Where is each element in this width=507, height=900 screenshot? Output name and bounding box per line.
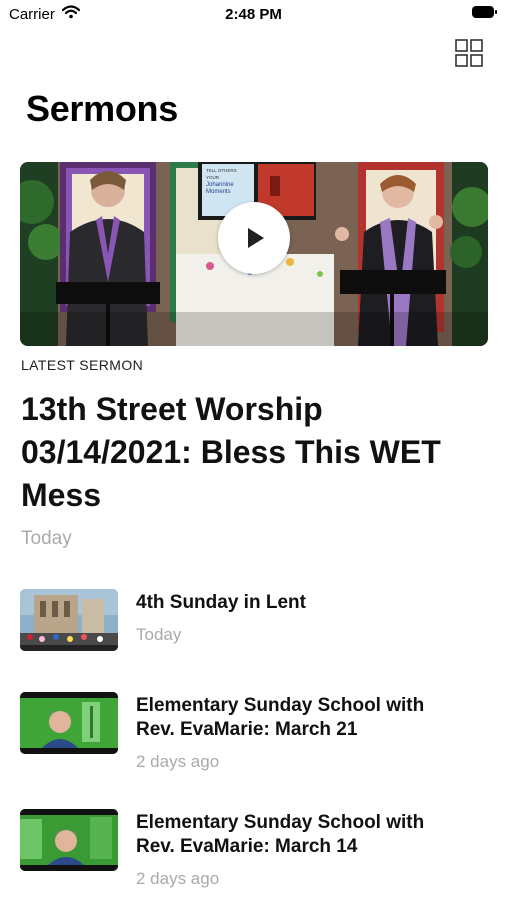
sign-line-1: TELL OTHERS: [206, 168, 237, 173]
sermon-list-item[interactable]: Elementary Sunday School with Rev. EvaMa…: [20, 692, 490, 771]
latest-sermon-label: LATEST SERMON: [21, 357, 144, 373]
sermon-list-item[interactable]: Elementary Sunday School with Rev. EvaMa…: [20, 809, 490, 888]
sermon-date: Today: [136, 625, 182, 644]
sign-line-4: Moments: [206, 189, 231, 195]
page-title: Sermons: [26, 88, 178, 129]
sermon-thumbnail: [20, 589, 118, 651]
sermon-thumbnail: [20, 692, 118, 754]
sermon-date: 2 days ago: [136, 869, 220, 888]
battery-icon: [472, 6, 498, 19]
status-time: 2:48 PM: [225, 6, 282, 23]
play-button[interactable]: [218, 202, 290, 274]
grid-view-icon: [455, 39, 483, 67]
sign-line-2: YOUR: [206, 175, 220, 180]
latest-sermon-title[interactable]: 13th Street Worship 03/14/2021: Bless Th…: [21, 388, 461, 517]
sermon-title: Elementary Sunday School with Rev. EvaMa…: [136, 812, 425, 857]
sermon-list-item[interactable]: 4th Sunday in Lent Today: [20, 589, 490, 659]
sermon-title: Elementary Sunday School with Rev. EvaMa…: [136, 695, 425, 740]
status-bar: Carrier 2:48 PM: [0, 0, 507, 30]
sermon-title: 4th Sunday in Lent: [136, 592, 306, 613]
grid-view-button[interactable]: [455, 39, 483, 67]
sign-line-3: Johannine: [206, 182, 234, 188]
sermon-date: 2 days ago: [136, 752, 220, 771]
latest-sermon-date: Today: [21, 528, 72, 549]
play-icon: [248, 228, 264, 248]
sermon-thumbnail: [20, 809, 118, 871]
